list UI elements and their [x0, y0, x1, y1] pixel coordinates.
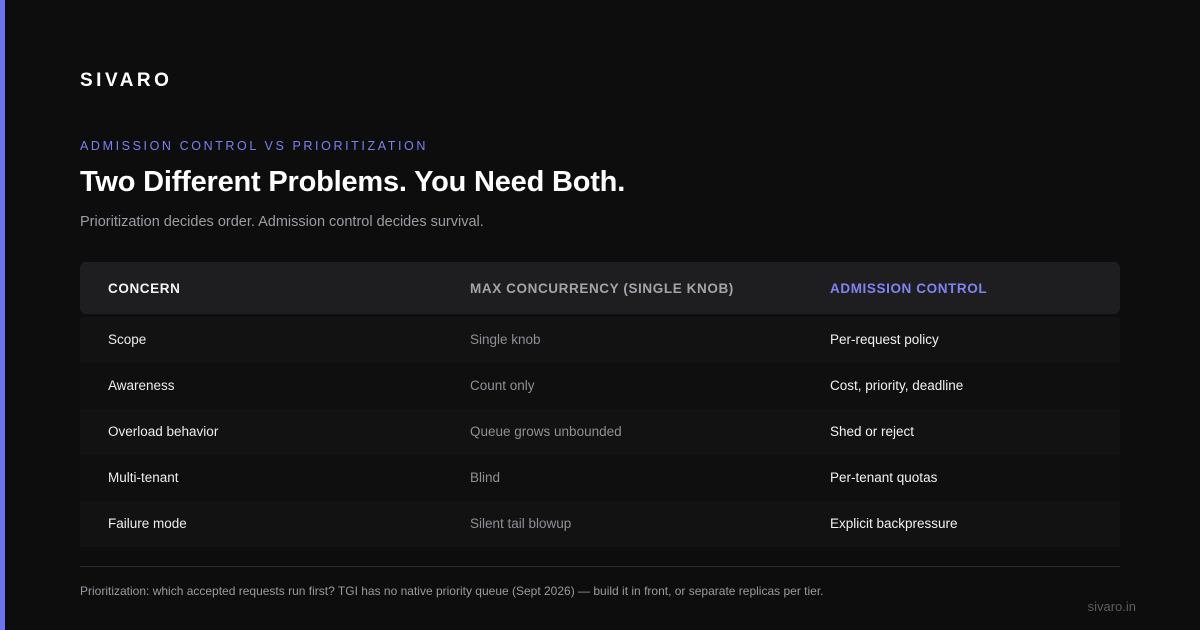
max-concurrency-cell: Silent tail blowup	[470, 516, 572, 531]
admission-control-cell: Explicit backpressure	[830, 516, 958, 531]
comparison-table: CONCERN MAX CONCURRENCY (SINGLE KNOB) AD…	[80, 262, 1120, 547]
page-subtitle: Prioritization decides order. Admission …	[80, 214, 484, 230]
table-row: Awareness Count only Cost, priority, dea…	[80, 363, 1120, 409]
max-concurrency-cell: Single knob	[470, 332, 541, 347]
table-body: Scope Single knob Per-request policy Awa…	[80, 317, 1120, 547]
concern-cell: Overload behavior	[108, 424, 219, 439]
max-concurrency-cell: Blind	[470, 470, 501, 485]
table-row: Overload behavior Queue grows unbounded …	[80, 409, 1120, 455]
accent-bar	[0, 0, 5, 630]
concern-cell: Awareness	[108, 378, 175, 393]
footer-divider	[80, 566, 1120, 567]
column-header-admission-control: ADMISSION CONTROL	[830, 281, 988, 296]
column-header-concern: CONCERN	[108, 281, 181, 296]
max-concurrency-cell: Count only	[470, 378, 535, 393]
table-row: Scope Single knob Per-request policy	[80, 317, 1120, 363]
table-row: Failure mode Silent tail blowup Explicit…	[80, 501, 1120, 547]
table-row: Multi-tenant Blind Per-tenant quotas	[80, 455, 1120, 501]
concern-cell: Multi-tenant	[108, 470, 179, 485]
admission-control-cell: Shed or reject	[830, 424, 915, 439]
admission-control-cell: Per-tenant quotas	[830, 470, 938, 485]
section-eyebrow: ADMISSION CONTROL VS PRIORITIZATION	[80, 139, 428, 153]
max-concurrency-cell: Queue grows unbounded	[470, 424, 622, 439]
admission-control-cell: Per-request policy	[830, 332, 939, 347]
concern-cell: Failure mode	[108, 516, 187, 531]
footnote: Prioritization: which accepted requests …	[80, 584, 824, 598]
table-header-row: CONCERN MAX CONCURRENCY (SINGLE KNOB) AD…	[80, 262, 1120, 314]
page-title: Two Different Problems. You Need Both.	[80, 166, 626, 198]
admission-control-cell: Cost, priority, deadline	[830, 378, 964, 393]
column-header-max-concurrency: MAX CONCURRENCY (SINGLE KNOB)	[470, 281, 734, 296]
brand-logo: SIVARO	[80, 70, 173, 91]
site-url: sivaro.in	[1087, 599, 1136, 614]
concern-cell: Scope	[108, 332, 147, 347]
